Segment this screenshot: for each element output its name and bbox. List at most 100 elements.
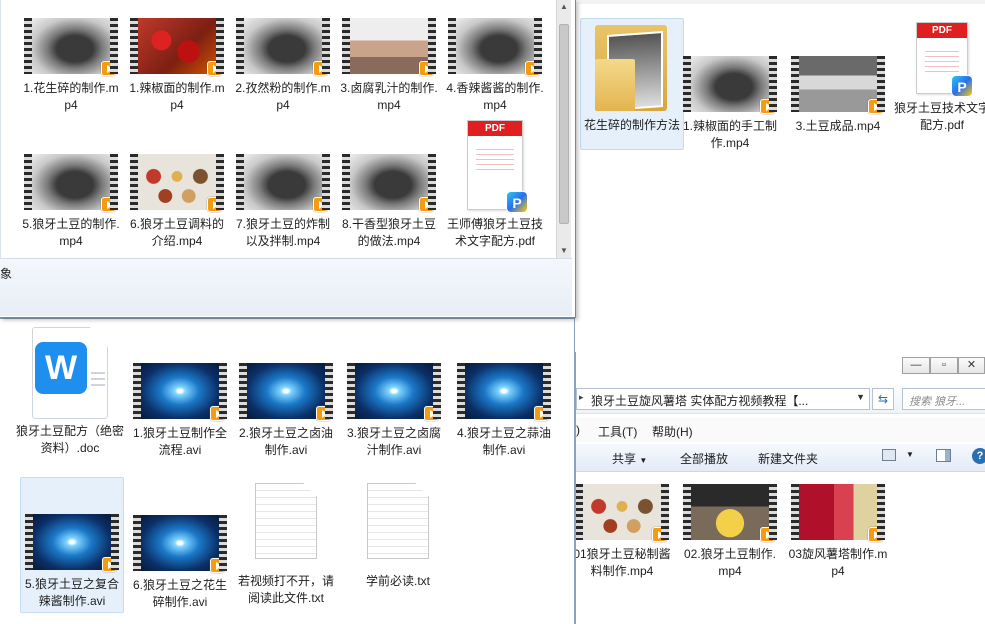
file-pane: 1.花生碎的制作.mp4 1.辣椒面的制作.mp4 2.孜然粉的制作.mp4 3…: [0, 0, 556, 258]
folder-item[interactable]: 花生碎的制作方法: [580, 18, 684, 150]
pdf-file[interactable]: PDF P 狼牙土豆技术文字配方.pdf: [892, 22, 985, 134]
doc-file[interactable]: W 狼牙土豆配方（绝密资料）.doc: [14, 327, 126, 457]
scroll-up-icon[interactable]: ▲: [557, 0, 571, 14]
video-thumbnail-icon: [683, 484, 777, 542]
video-file[interactable]: 01狼牙土豆秘制酱料制作.mp4: [576, 484, 674, 580]
file-label: 王师傅狼牙土豆技术文字配方.pdf: [446, 217, 543, 248]
menu-tools[interactable]: 工具(T): [598, 423, 637, 440]
pdf-file[interactable]: PDF P 王师傅狼牙土豆技术文字配方.pdf: [443, 120, 547, 258]
video-thumbnail-icon: [342, 18, 436, 76]
play-icon: [419, 61, 434, 76]
play-icon: [313, 197, 328, 212]
video-file[interactable]: 5.狼牙土豆的制作.mp4: [19, 154, 123, 250]
video-thumbnail-icon: [130, 154, 224, 212]
search-box[interactable]: 搜索 狼牙...: [902, 388, 985, 410]
play-icon: [419, 197, 434, 212]
play-icon: [207, 197, 222, 212]
scroll-down-icon[interactable]: ▼: [557, 244, 571, 258]
file-label: 花生碎的制作方法: [583, 118, 680, 132]
video-file[interactable]: 4.狼牙土豆之蒜油制作.avi: [452, 363, 556, 459]
file-label: 8.干香型狼牙土豆的做法.mp4: [341, 217, 436, 248]
video-file[interactable]: 6.狼牙土豆调料的介绍.mp4: [125, 154, 229, 250]
preview-pane-icon[interactable]: [936, 449, 951, 462]
pdf-icon: PDF P: [916, 22, 973, 97]
address-dropdown-icon[interactable]: ▼: [856, 392, 865, 402]
share-button[interactable]: 共享 ▼: [612, 450, 647, 467]
play-icon: [316, 406, 331, 421]
video-thumbnail-icon: [24, 154, 118, 212]
explorer-window-topleft: 1.花生碎的制作.mp4 1.辣椒面的制作.mp4 2.孜然粉的制作.mp4 3…: [0, 0, 576, 318]
play-all-button[interactable]: 全部播放: [680, 450, 728, 467]
video-file[interactable]: 3.土豆成品.mp4: [786, 56, 890, 135]
maximize-button[interactable]: ▫: [930, 357, 958, 374]
txt-file[interactable]: 若视频打不开，请阅读此文件.txt: [234, 483, 338, 607]
vertical-scrollbar[interactable]: ▲ ▼: [556, 0, 571, 258]
refresh-icon: ⇆: [877, 392, 889, 406]
new-folder-button[interactable]: 新建文件夹: [758, 450, 818, 467]
text-document-icon: [255, 483, 317, 559]
maximize-icon: ▫: [942, 359, 946, 371]
text-document-icon: [367, 483, 429, 559]
video-file[interactable]: 02.狼牙土豆制作.mp4: [678, 484, 782, 580]
address-text: 狼牙土豆旋风薯塔 实体配方视频教程【...: [591, 394, 809, 408]
folder-icon: [591, 19, 673, 115]
file-label: 若视频打不开，请阅读此文件.txt: [237, 574, 334, 605]
video-thumbnail-icon: [25, 514, 119, 572]
video-file[interactable]: 3.狼牙土豆之卤腐汁制作.avi: [342, 363, 446, 459]
video-file[interactable]: 3.卤腐乳汁的制作.mp4: [337, 18, 441, 114]
video-file[interactable]: 7.狼牙土豆的炸制以及拌制.mp4: [231, 154, 335, 250]
chevron-down-icon[interactable]: ▼: [906, 450, 914, 459]
play-icon: [652, 527, 667, 542]
video-file[interactable]: 1.花生碎的制作.mp4: [19, 18, 123, 114]
file-label: 狼牙土豆技术文字配方.pdf: [894, 101, 985, 132]
file-label: 2.狼牙土豆之卤油制作.avi: [238, 426, 333, 457]
chevron-down-icon: ▼: [639, 456, 648, 465]
address-row: ▸ 狼牙土豆旋风薯塔 实体配方视频教程【... ▼ ⇆ 搜索 狼牙...: [576, 384, 985, 414]
video-file[interactable]: 2.狼牙土豆之卤油制作.avi: [234, 363, 338, 459]
play-icon: [101, 61, 116, 76]
video-file[interactable]: 5.狼牙土豆之复合辣酱制作.avi: [20, 477, 124, 613]
close-button[interactable]: ✕: [958, 357, 985, 374]
file-label: 5.狼牙土豆之复合辣酱制作.avi: [24, 577, 119, 608]
help-icon[interactable]: ?: [972, 448, 985, 464]
refresh-button[interactable]: ⇆: [872, 388, 894, 410]
file-label: 4.香辣酱酱的制作.mp4: [446, 81, 544, 112]
video-file[interactable]: 1.辣椒面的制作.mp4: [125, 18, 229, 114]
file-label: 3.狼牙土豆之卤腐汁制作.avi: [346, 426, 441, 457]
file-label: 1.狼牙土豆制作全流程.avi: [132, 426, 227, 457]
play-icon: [534, 406, 549, 421]
video-thumbnail-icon: [236, 18, 330, 76]
txt-file[interactable]: 学前必读.txt: [346, 483, 450, 590]
menu-help[interactable]: 帮助(H): [652, 423, 693, 440]
address-separator-icon: ▸: [579, 392, 584, 402]
video-file[interactable]: 8.干香型狼牙土豆的做法.mp4: [337, 154, 441, 250]
video-thumbnail-icon: [342, 154, 436, 212]
video-thumbnail-icon: [791, 484, 885, 542]
video-file[interactable]: 1.狼牙土豆制作全流程.avi: [128, 363, 232, 459]
scrollbar-thumb[interactable]: [559, 24, 569, 224]
video-thumbnail-icon: [448, 18, 542, 76]
explorer-window-bottomright: ▸ 狼牙土豆旋风薯塔 实体配方视频教程【... ▼ ⇆ 搜索 狼牙... ) 工…: [575, 352, 985, 624]
play-icon: [760, 527, 775, 542]
play-icon: [868, 99, 883, 114]
command-bar: 共享 ▼ 全部播放 新建文件夹 ▼ ?: [576, 444, 985, 472]
video-file[interactable]: 1.辣椒面的手工制作.mp4: [678, 56, 782, 152]
file-label: 1.辣椒面的手工制作.mp4: [682, 119, 777, 150]
pdf-reader-badge-icon: P: [951, 75, 973, 97]
video-file[interactable]: 6.狼牙土豆之花生碎制作.avi: [128, 515, 232, 611]
video-thumbnail-icon: [236, 154, 330, 212]
video-file[interactable]: 03旋风薯塔制作.mp4: [786, 484, 890, 580]
video-file[interactable]: 2.孜然粉的制作.mp4: [231, 18, 335, 114]
video-file[interactable]: 4.香辣酱酱的制作.mp4: [443, 18, 547, 114]
file-label: 1.花生碎的制作.mp4: [23, 81, 119, 112]
view-options-icon[interactable]: [882, 449, 896, 461]
status-text: 象: [0, 267, 13, 281]
word-document-icon: W: [32, 327, 108, 419]
status-bar: 象: [0, 258, 572, 316]
file-label: 4.狼牙土豆之蒜油制作.avi: [456, 426, 551, 457]
play-icon: [424, 406, 439, 421]
minimize-button[interactable]: —: [902, 357, 930, 374]
video-thumbnail-icon: [576, 484, 669, 542]
play-icon: [210, 406, 225, 421]
address-bar[interactable]: ▸ 狼牙土豆旋风薯塔 实体配方视频教程【... ▼: [576, 388, 870, 410]
